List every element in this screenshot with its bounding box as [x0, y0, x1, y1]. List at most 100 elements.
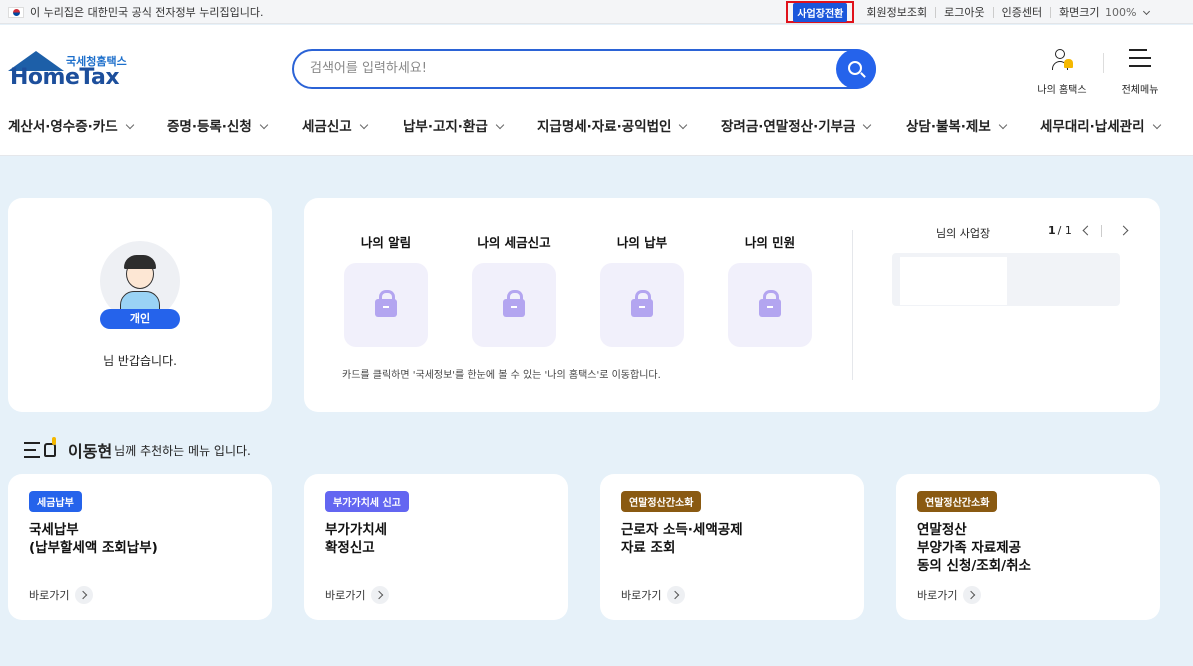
- nav-item-consulting[interactable]: 상담·불복·제보: [906, 115, 1008, 135]
- panel-note: 카드를 클릭하면 '국세정보'를 한눈에 볼 수 있는 '나의 홈택스'로 이동…: [342, 370, 661, 381]
- logout-link[interactable]: 로그아웃: [935, 6, 992, 18]
- recommend-user-name: 이동현: [68, 442, 113, 461]
- nav-label: 세무대리·납세관리: [1040, 119, 1145, 135]
- pager-divider: [1100, 224, 1102, 237]
- nav-label: 증명·등록·신청: [167, 119, 252, 135]
- go-label: 바로가기: [917, 589, 958, 602]
- nav-label: 세금신고: [302, 119, 352, 135]
- rec-card-vat[interactable]: 부가가치세 신고 부가가치세 확정신고 바로가기: [304, 474, 568, 620]
- tile-my-payment[interactable]: 나의 납부: [600, 232, 684, 347]
- tile-my-tax-filing[interactable]: 나의 세금신고: [472, 232, 556, 347]
- nav-label: 장려금·연말정산·기부금: [721, 119, 856, 135]
- nav-item-tax-agent[interactable]: 세무대리·납세관리: [1040, 115, 1161, 135]
- header-divider: [1103, 53, 1104, 73]
- rec-card-tax-payment[interactable]: 세금납부 국세납부 (납부할세액 조회납부) 바로가기: [8, 474, 272, 620]
- title-line: 동의 신청/조회/취소: [917, 558, 1031, 574]
- business-info-box[interactable]: [892, 253, 1120, 306]
- go-label: 바로가기: [29, 589, 70, 602]
- chevron-down-icon: [998, 120, 1008, 130]
- nav-item-incentives[interactable]: 장려금·연말정산·기부금: [721, 115, 872, 135]
- rec-card-title: 국세납부 (납부할세액 조회납부): [29, 521, 158, 557]
- title-line: 국세납부: [29, 522, 79, 538]
- go-link[interactable]: 바로가기: [325, 586, 390, 604]
- biz-switch-highlight: 사업장전환: [786, 1, 855, 23]
- gov-topbar: 이 누리집은 대한민국 공식 전자정부 누리집입니다. 사업장전환 회원정보조회…: [0, 0, 1193, 24]
- chevron-right-icon[interactable]: [1118, 225, 1129, 236]
- hamburger-menu-icon: [1129, 47, 1151, 75]
- lock-icon: [375, 290, 397, 317]
- recommend-heading: 이동현 님께 추천하는 메뉴 입니다.: [24, 437, 251, 462]
- search-button[interactable]: [836, 49, 876, 89]
- logo-main-text: HomeTax: [10, 65, 120, 90]
- title-line: 근로자 소득·세액공제: [621, 522, 743, 538]
- greeting-text: 님 반갑습니다.: [103, 354, 177, 368]
- lock-icon: [631, 290, 653, 317]
- chevron-down-icon: [1142, 7, 1151, 15]
- page-current: 1: [1048, 224, 1056, 237]
- lock-icon: [759, 290, 781, 317]
- business-info-inner: [900, 257, 1007, 305]
- tile-my-notifications[interactable]: 나의 알림: [344, 232, 428, 347]
- chevron-down-icon: [679, 120, 688, 130]
- chevron-down-icon: [125, 120, 134, 130]
- chevron-down-icon: [495, 120, 505, 130]
- rec-card-title: 부가가치세 확정신고: [325, 521, 387, 557]
- go-label: 바로가기: [325, 589, 366, 602]
- rec-card-title: 근로자 소득·세액공제 자료 조회: [621, 521, 743, 557]
- biz-switch-button[interactable]: 사업장전환: [793, 2, 848, 22]
- chevron-right-icon: [75, 586, 94, 604]
- chevron-down-icon: [359, 120, 368, 130]
- nav-label: 상담·불복·제보: [906, 119, 991, 135]
- chevron-right-icon: [371, 586, 390, 604]
- panel-divider: [852, 230, 853, 380]
- chevron-down-icon: [863, 120, 872, 130]
- chevron-right-icon: [963, 586, 982, 604]
- nav-label: 지급명세·자료·공익법인: [537, 119, 672, 135]
- page-total: / 1: [1057, 224, 1072, 237]
- main-nav: 계산서·영수증·카드 증명·등록·신청 세금신고 납부·고지·환급 지급명세·자…: [0, 115, 1193, 137]
- screen-size-value: 100%: [1105, 5, 1137, 19]
- go-link[interactable]: 바로가기: [621, 586, 686, 604]
- tile-my-civil-petition[interactable]: 나의 민원: [728, 232, 812, 347]
- search-icon: [847, 60, 862, 75]
- search-input[interactable]: [310, 61, 810, 76]
- rec-card-title: 연말정산 부양가족 자료제공 동의 신청/조회/취소: [917, 521, 1031, 575]
- tile-title: 나의 세금신고: [477, 235, 551, 250]
- rec-card-income-deduction[interactable]: 연말정산간소화 근로자 소득·세액공제 자료 조회 바로가기: [600, 474, 864, 620]
- nav-label: 계산서·영수증·카드: [8, 119, 118, 135]
- business-label: 님의 사업장: [936, 227, 991, 240]
- nav-label: 납부·고지·환급: [403, 119, 488, 135]
- recommend-suffix: 님께 추천하는 메뉴 입니다.: [114, 443, 251, 458]
- screen-size-control[interactable]: 화면크기 100%: [1050, 5, 1157, 19]
- all-menu-button[interactable]: 전체메뉴: [1110, 47, 1170, 96]
- hometax-logo[interactable]: 국세청홈택스 HomeTax: [8, 51, 138, 95]
- my-hometax-button[interactable]: 나의 홈택스: [1032, 47, 1092, 96]
- cert-center-link[interactable]: 인증센터: [992, 6, 1050, 18]
- personal-badge: 개인: [100, 309, 180, 329]
- nav-item-certificates[interactable]: 증명·등록·신청: [167, 115, 269, 135]
- all-menu-label: 전체메뉴: [1121, 85, 1159, 96]
- title-line: 확정신고: [325, 540, 375, 556]
- go-link[interactable]: 바로가기: [917, 586, 982, 604]
- title-line: 연말정산: [917, 522, 967, 538]
- nav-item-receipts[interactable]: 계산서·영수증·카드: [8, 115, 134, 135]
- chevron-left-icon[interactable]: [1082, 225, 1093, 236]
- chevron-down-icon: [1152, 120, 1161, 130]
- tile-title: 나의 납부: [616, 235, 668, 250]
- my-hometax-panel: 나의 알림 나의 세금신고 나의 납부 나의 민원 카드를 클릭하면 '국세정보…: [304, 198, 1160, 412]
- nav-item-statements[interactable]: 지급명세·자료·공익법인: [537, 115, 688, 135]
- member-info-link[interactable]: 회원정보조회: [858, 7, 935, 18]
- go-link[interactable]: 바로가기: [29, 586, 94, 604]
- nav-item-tax-filing[interactable]: 세금신고: [302, 115, 368, 135]
- title-line: (납부할세액 조회납부): [29, 540, 158, 556]
- tile-box: [728, 263, 812, 347]
- search-bar: [292, 49, 876, 89]
- profile-card: 개인 님 반갑습니다.: [8, 198, 272, 412]
- nav-item-payment[interactable]: 납부·고지·환급: [403, 115, 505, 135]
- business-pager: 1 / 1: [1048, 224, 1129, 237]
- chevron-down-icon: [259, 120, 269, 130]
- rec-card-dependent-consent[interactable]: 연말정산간소화 연말정산 부양가족 자료제공 동의 신청/조회/취소 바로가기: [896, 474, 1160, 620]
- site-header: 국세청홈택스 HomeTax 나의 홈택스 전체메뉴 계산서·영수증·카드 증명…: [0, 25, 1193, 156]
- tile-title: 나의 민원: [744, 235, 796, 250]
- gov-notice-text: 이 누리집은 대한민국 공식 전자정부 누리집입니다.: [30, 6, 264, 19]
